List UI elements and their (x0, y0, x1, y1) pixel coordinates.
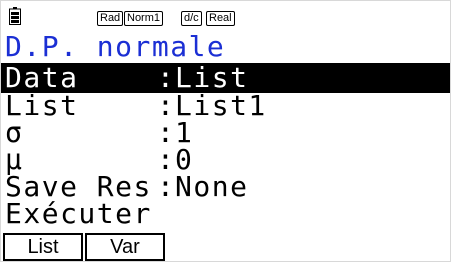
display-mode-badge: Norm1 (124, 11, 164, 26)
battery-icon (9, 7, 21, 25)
function-key-bar: List Var (1, 233, 450, 261)
angle-mode-badge: Rad (97, 11, 124, 26)
fkey-list-button[interactable]: List (3, 233, 83, 261)
calculator-screen: Rad Norm1 d/c Real D.P. normale Data : L… (0, 0, 451, 262)
execute-item[interactable]: Exécuter (5, 199, 152, 229)
status-bar: Rad Norm1 d/c Real (1, 1, 450, 31)
setting-value: None (175, 170, 249, 203)
setting-row-list[interactable]: List : List1 (1, 91, 450, 121)
page-title: D.P. normale (5, 30, 226, 63)
fkey-var-button[interactable]: Var (85, 233, 165, 261)
complex-mode-badge: Real (206, 11, 235, 26)
separator: : (157, 170, 174, 203)
fraction-mode-badge: d/c (181, 11, 202, 26)
setting-row-sigma[interactable]: σ : 1 (1, 118, 450, 148)
